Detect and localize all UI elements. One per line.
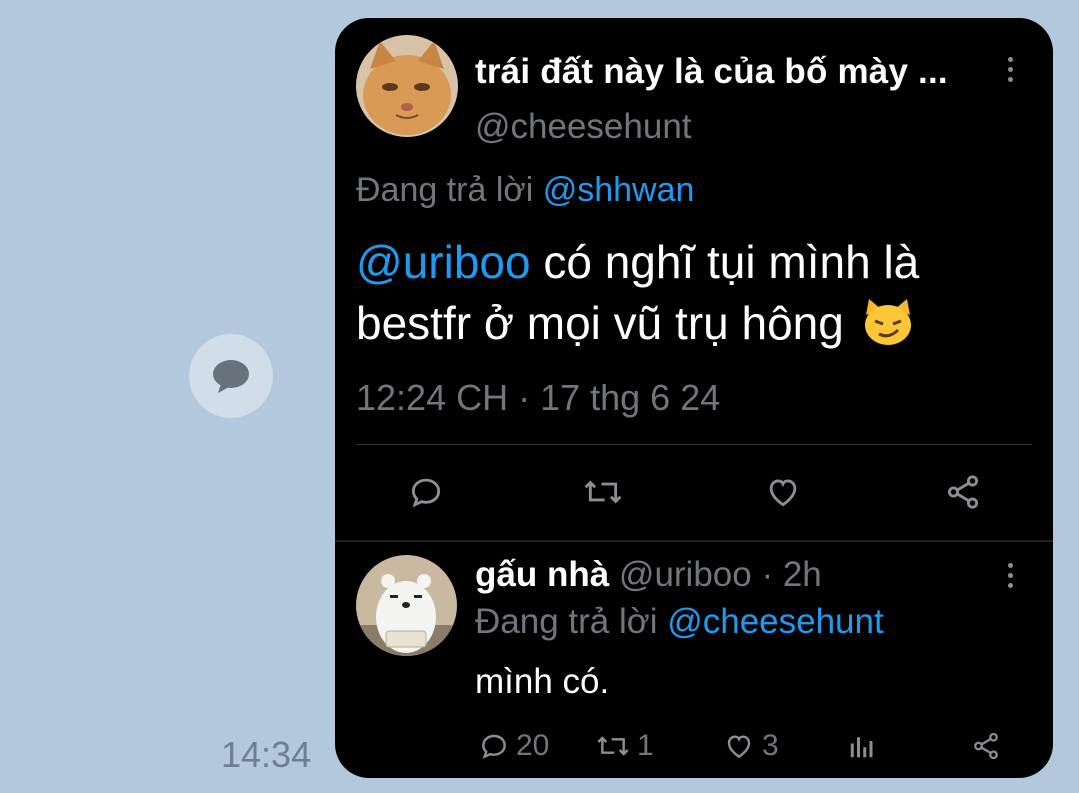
reply-icon: [482, 734, 506, 759]
retweet-icon: [597, 736, 629, 756]
retweet-count: 1: [637, 729, 654, 762]
reply-author-name[interactable]: gấu nhà: [475, 555, 609, 594]
reply-share-button[interactable]: [971, 728, 1001, 764]
replying-to-line: Đang trả lời @shhwan: [356, 171, 694, 210]
more-options-icon[interactable]: [1008, 57, 1014, 82]
smirking-cat-icon: [861, 297, 915, 362]
mention-link[interactable]: @uriboo: [356, 236, 531, 288]
retweet-icon[interactable]: [581, 470, 625, 514]
reply-author-avatar[interactable]: [356, 555, 457, 656]
like-icon: [727, 735, 751, 759]
like-icon[interactable]: [761, 470, 805, 514]
reply-retweet-button[interactable]: 1: [595, 728, 654, 764]
author-avatar[interactable]: [356, 35, 458, 137]
author-handle[interactable]: @cheesehunt: [475, 107, 692, 147]
share-message-button[interactable]: [189, 334, 273, 418]
reply-author-line: gấu nhà @uriboo · 2h: [475, 555, 822, 595]
reply-text: mình có.: [475, 662, 610, 701]
analytics-icon: [850, 737, 873, 758]
bear-avatar-image: [356, 555, 457, 656]
share-icon[interactable]: [941, 470, 985, 514]
tweet-text: @uriboo có nghĩ tụi mình là bestfr ở mọi…: [356, 232, 1016, 362]
divider: [356, 444, 1032, 445]
reply-author-handle-time[interactable]: @uriboo · 2h: [609, 555, 822, 594]
reply-separator: [335, 540, 1053, 542]
share-icon: [974, 732, 998, 760]
reply-replying-to-line: Đang trả lời @cheesehunt: [475, 602, 884, 642]
replying-to-handle[interactable]: @shhwan: [543, 171, 695, 209]
cat-avatar-image: [356, 35, 458, 137]
message-timestamp: 14:34: [221, 734, 312, 775]
reply-count: 20: [516, 729, 550, 762]
tweet-timestamp[interactable]: 12:24 CH · 17 thg 6 24: [356, 377, 720, 419]
reply-reply-button[interactable]: 20: [478, 728, 549, 764]
replying-to-label: Đang trả lời: [356, 171, 543, 209]
speech-bubble-icon: [213, 360, 249, 393]
reply-more-options-icon[interactable]: [1008, 563, 1014, 588]
reply-replying-to-label: Đang trả lời: [475, 602, 668, 641]
reply-analytics-button[interactable]: [847, 728, 877, 764]
author-name[interactable]: trái đất này là của bố mày ...: [475, 52, 948, 92]
tweet-card[interactable]: trái đất này là của bố mày ... @cheesehu…: [335, 18, 1053, 778]
reply-like-button[interactable]: 3: [722, 728, 779, 764]
like-count: 3: [762, 729, 779, 762]
reply-icon[interactable]: [404, 470, 448, 514]
reply-replying-to-handle[interactable]: @cheesehunt: [667, 602, 884, 641]
